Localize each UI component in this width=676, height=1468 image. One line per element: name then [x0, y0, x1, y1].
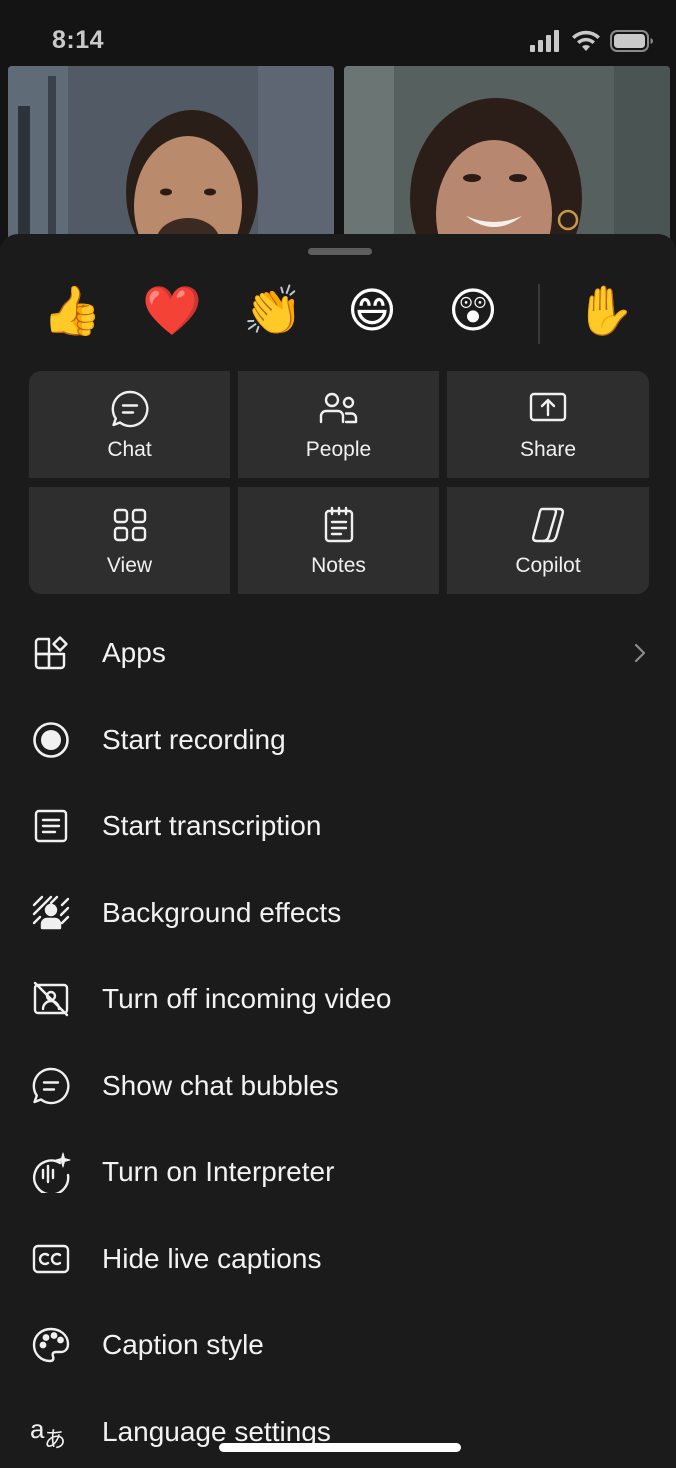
participant-avatar-image	[8, 66, 334, 244]
language-settings-menu-item[interactable]: a あ Language settings	[0, 1389, 676, 1468]
background-effects-menu-item[interactable]: Background effects	[0, 870, 676, 956]
status-icons	[530, 30, 654, 52]
video-off-icon	[30, 978, 72, 1020]
copilot-button[interactable]: Copilot	[447, 487, 649, 594]
reactions-bar: 👍 ❤️ 👏 😄 😲 ✋	[0, 282, 676, 348]
home-indicator	[219, 1443, 461, 1452]
people-button[interactable]: People	[238, 371, 439, 478]
start-transcription-menu-item[interactable]: Start transcription	[0, 783, 676, 869]
background-effects-label: Background effects	[102, 897, 342, 928]
start-recording-label: Start recording	[102, 724, 286, 755]
turn-off-incoming-video-label: Turn off incoming video	[102, 983, 392, 1014]
record-icon	[30, 719, 72, 761]
hide-live-captions-menu-item[interactable]: Hide live captions	[0, 1216, 676, 1302]
apps-menu-item[interactable]: Apps	[0, 610, 676, 696]
apps-label: Apps	[102, 637, 166, 668]
battery-icon	[610, 30, 653, 52]
hide-live-captions-label: Hide live captions	[102, 1243, 322, 1274]
status-time: 8:14	[52, 26, 105, 54]
participant-avatar-image	[344, 66, 670, 244]
sheet-drag-handle[interactable]	[308, 248, 372, 255]
laugh-reaction-button[interactable]: 😄	[342, 282, 402, 342]
status-bar: 8:14	[0, 0, 676, 66]
chat-label: Chat	[107, 438, 152, 461]
start-transcription-label: Start transcription	[102, 810, 322, 841]
participant-video-tile[interactable]	[8, 66, 334, 244]
like-reaction-button[interactable]: 👍	[42, 282, 102, 342]
chat-icon	[110, 389, 150, 429]
raise-hand-button[interactable]: ✋	[575, 282, 635, 342]
grid-view-icon	[110, 505, 150, 545]
wifi-icon	[572, 30, 600, 51]
copilot-icon	[528, 505, 568, 545]
interpreter-icon	[30, 1151, 72, 1193]
chevron-right-icon	[634, 643, 646, 663]
participant-video-tile[interactable]	[344, 66, 670, 244]
share-button[interactable]: Share	[447, 371, 649, 478]
copilot-label: Copilot	[515, 554, 581, 577]
share-screen-icon	[528, 389, 568, 429]
cellular-signal-icon	[530, 30, 559, 52]
background-effects-icon	[30, 892, 72, 934]
apps-icon	[30, 632, 72, 674]
notes-label: Notes	[311, 554, 366, 577]
people-icon	[319, 389, 359, 429]
applause-reaction-button[interactable]: 👏	[243, 282, 303, 342]
share-label: Share	[519, 438, 577, 461]
show-chat-bubbles-label: Show chat bubbles	[102, 1070, 339, 1101]
turn-on-interpreter-label: Turn on Interpreter	[102, 1156, 335, 1187]
show-chat-bubbles-menu-item[interactable]: Show chat bubbles	[0, 1043, 676, 1129]
quick-actions-grid: Chat People Share View Notes Copilot	[29, 371, 649, 595]
turn-off-incoming-video-menu-item[interactable]: Turn off incoming video	[0, 956, 676, 1042]
palette-icon	[30, 1324, 72, 1366]
surprised-reaction-button[interactable]: 😲	[443, 282, 503, 342]
closed-captions-icon	[30, 1238, 72, 1280]
translate-language-icon: a あ	[30, 1411, 72, 1453]
svg-text:a: a	[30, 1414, 45, 1444]
chat-button[interactable]: Chat	[29, 371, 230, 478]
caption-style-menu-item[interactable]: Caption style	[0, 1302, 676, 1388]
svg-text:あ: あ	[44, 1428, 66, 1453]
caption-style-label: Caption style	[102, 1329, 264, 1360]
people-label: People	[305, 438, 372, 461]
view-label: View	[106, 554, 153, 577]
notes-button[interactable]: Notes	[238, 487, 439, 594]
view-button[interactable]: View	[29, 487, 230, 594]
turn-on-interpreter-menu-item[interactable]: Turn on Interpreter	[0, 1129, 676, 1215]
start-recording-menu-item[interactable]: Start recording	[0, 697, 676, 783]
meeting-options-sheet: 👍 ❤️ 👏 😄 😲 ✋ Chat People Share View Note…	[0, 234, 676, 1468]
heart-reaction-button[interactable]: ❤️	[142, 282, 202, 342]
reactions-divider	[538, 284, 540, 344]
notes-icon	[319, 505, 359, 545]
transcription-icon	[30, 805, 72, 847]
chat-bubble-icon	[30, 1065, 72, 1107]
